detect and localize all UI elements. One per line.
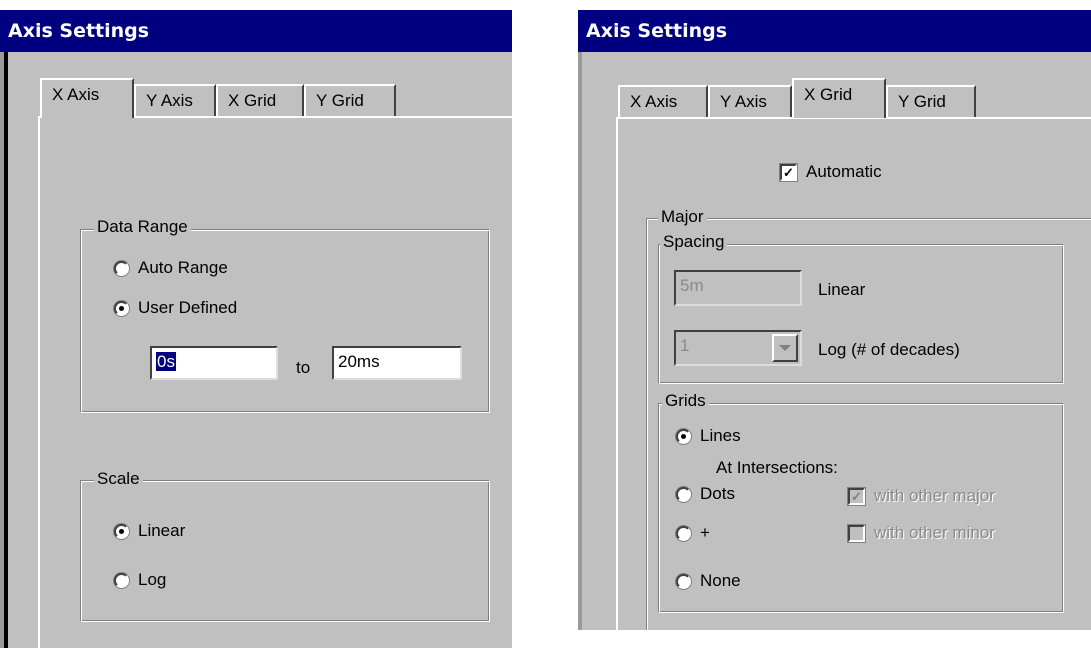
data-range-legend: Data Range bbox=[94, 217, 191, 237]
grids-dots-label: Dots bbox=[700, 484, 735, 503]
spacing-linear-value: 5m bbox=[680, 276, 704, 295]
spacing-log-label: Log (# of decades) bbox=[818, 340, 960, 359]
tab-x-grid-label: X Grid bbox=[804, 85, 853, 104]
with-other-major-label: with other major bbox=[874, 486, 995, 505]
linear-label: Linear bbox=[138, 521, 186, 540]
linear-radio[interactable]: Linear bbox=[114, 521, 185, 541]
log-label: Log bbox=[138, 570, 167, 589]
tab-y-grid-label: Y Grid bbox=[898, 92, 946, 111]
tab-x-axis-label: X Axis bbox=[630, 92, 678, 111]
tab-x-axis[interactable]: X Axis bbox=[618, 85, 708, 119]
linear-radio-dot[interactable] bbox=[114, 523, 129, 539]
grids-lines-radio-dot[interactable] bbox=[676, 428, 691, 444]
tab-x-grid[interactable]: X Grid bbox=[792, 78, 886, 118]
with-other-major-checkbox-box[interactable]: ✓ bbox=[848, 487, 865, 505]
right-title-bar: Axis Settings bbox=[578, 10, 1091, 52]
at-intersections-label: At Intersections: bbox=[716, 458, 838, 477]
spacing-linear-input[interactable]: 5m bbox=[674, 270, 802, 306]
spacing-linear-label: Linear bbox=[818, 280, 866, 299]
grids-none-radio-dot[interactable] bbox=[676, 573, 691, 589]
grids-lines-radio[interactable]: Lines bbox=[676, 426, 741, 446]
tab-x-axis-label: X Axis bbox=[52, 85, 100, 104]
grids-plus-radio[interactable]: + bbox=[676, 523, 710, 543]
spacing-log-value: 1 bbox=[680, 336, 690, 355]
tab-y-axis-label: Y Axis bbox=[146, 91, 193, 110]
data-range-group bbox=[80, 229, 490, 413]
scale-group bbox=[80, 480, 490, 622]
automatic-checkbox-box[interactable]: ✓ bbox=[780, 163, 797, 181]
right-window-edge bbox=[578, 52, 582, 630]
range-to-value: 20ms bbox=[338, 352, 380, 371]
grids-none-label: None bbox=[700, 571, 741, 590]
dropdown-arrow-icon[interactable] bbox=[772, 334, 798, 362]
scale-legend: Scale bbox=[94, 469, 143, 489]
tab-x-grid[interactable]: X Grid bbox=[216, 84, 304, 118]
left-window-edge-inner bbox=[0, 52, 4, 648]
auto-range-radio[interactable]: Auto Range bbox=[114, 258, 228, 278]
tab-y-grid-label: Y Grid bbox=[316, 91, 364, 110]
grids-none-radio[interactable]: None bbox=[676, 571, 741, 591]
user-defined-label: User Defined bbox=[138, 298, 238, 317]
tab-y-grid[interactable]: Y Grid bbox=[304, 84, 396, 118]
range-to-label: to bbox=[296, 358, 311, 377]
log-radio[interactable]: Log bbox=[114, 570, 166, 590]
tab-y-axis[interactable]: Y Axis bbox=[134, 84, 216, 118]
left-title-bar: Axis Settings bbox=[0, 10, 512, 52]
grids-dots-radio-dot[interactable] bbox=[676, 486, 691, 502]
right-window-title: Axis Settings bbox=[586, 20, 728, 42]
range-from-input[interactable]: 0s bbox=[150, 346, 278, 380]
with-other-minor-label: with other minor bbox=[874, 523, 995, 542]
with-other-major-checkbox[interactable]: ✓ with other major bbox=[848, 486, 995, 506]
spacing-legend: Spacing bbox=[660, 232, 728, 252]
user-defined-radio-dot[interactable] bbox=[114, 300, 129, 316]
auto-range-radio-dot[interactable] bbox=[114, 260, 129, 276]
right-dialog: Axis Settings X Axis Y Axis X Grid Y Gri… bbox=[578, 10, 1091, 630]
left-window-title: Axis Settings bbox=[8, 20, 150, 42]
tab-y-axis[interactable]: Y Axis bbox=[708, 85, 792, 119]
tab-x-grid-label: X Grid bbox=[228, 91, 277, 110]
tab-y-grid[interactable]: Y Grid bbox=[886, 85, 976, 119]
grids-legend: Grids bbox=[662, 391, 709, 411]
spacing-log-select[interactable]: 1 bbox=[674, 330, 802, 366]
auto-range-label: Auto Range bbox=[138, 258, 228, 277]
automatic-label: Automatic bbox=[806, 162, 882, 181]
log-radio-dot[interactable] bbox=[114, 572, 129, 588]
automatic-checkbox[interactable]: ✓ Automatic bbox=[780, 162, 882, 182]
tab-x-axis[interactable]: X Axis bbox=[40, 78, 134, 118]
range-from-value: 0s bbox=[156, 352, 176, 371]
left-dialog: Axis Settings X Axis Y Axis X Grid Y Gri… bbox=[0, 10, 512, 648]
with-other-minor-checkbox-box[interactable] bbox=[848, 524, 865, 542]
tab-y-axis-label: Y Axis bbox=[720, 92, 767, 111]
user-defined-radio[interactable]: User Defined bbox=[114, 298, 237, 318]
grids-dots-radio[interactable]: Dots bbox=[676, 484, 735, 504]
grids-lines-label: Lines bbox=[700, 426, 741, 445]
with-other-minor-checkbox[interactable]: with other minor bbox=[848, 523, 995, 543]
grids-plus-label: + bbox=[700, 523, 710, 542]
major-legend: Major bbox=[658, 207, 707, 227]
range-to-input[interactable]: 20ms bbox=[332, 346, 462, 380]
grids-plus-radio-dot[interactable] bbox=[676, 525, 691, 541]
